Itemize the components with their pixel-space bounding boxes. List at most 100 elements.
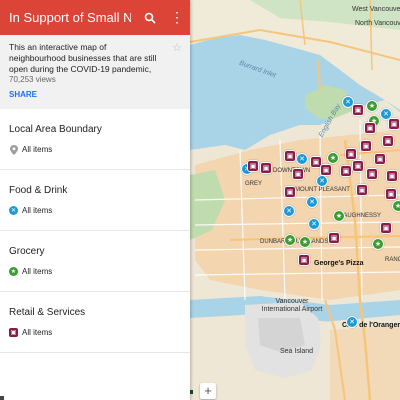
bag-icon: ▣ [330, 233, 338, 242]
grocery-marker[interactable]: ★ [299, 236, 311, 248]
retail-marker[interactable]: ▣ [247, 160, 259, 172]
layer-item-label: All items [22, 328, 53, 337]
layer-local-area-boundary: Local Area Boundary All items [0, 109, 190, 170]
label-range: RANGE [385, 257, 400, 263]
retail-marker[interactable]: ▣ [340, 165, 352, 177]
star-icon[interactable]: ☆ [172, 41, 182, 54]
layer-item-label: All items [22, 145, 53, 154]
more-vert-icon: ⋮ [170, 9, 184, 25]
food-marker[interactable]: ✕ [316, 175, 328, 187]
grocery-marker[interactable]: ★ [366, 100, 378, 112]
grocery-marker[interactable]: ★ [333, 210, 345, 222]
bag-icon: ▣ [342, 166, 350, 175]
layer-item-label: All items [22, 206, 53, 215]
grocery-marker[interactable]: ★ [327, 152, 339, 164]
map-title[interactable]: In Support of Small Nei [9, 10, 131, 25]
bag-icon: ▣ [368, 169, 376, 178]
retail-marker[interactable]: ▣ [388, 118, 400, 130]
layer-food-drink: Food & Drink ✕ All items [0, 170, 190, 231]
star-icon: ★ [329, 153, 337, 162]
retail-marker[interactable]: ▣ [260, 162, 272, 174]
bag-icon: ▣ [286, 187, 294, 196]
food-marker[interactable]: ✕ [308, 218, 320, 230]
zoom-in-button[interactable]: + [200, 383, 216, 399]
layer-all-items[interactable]: ▣ All items [9, 328, 181, 337]
food-marker[interactable]: ✕ [306, 196, 318, 208]
layer-retail-services: Retail & Services ▣ All items [0, 292, 190, 353]
retail-marker[interactable]: ▣ [292, 168, 304, 180]
label-airport: Vancouver International Airport [261, 298, 323, 313]
food-marker[interactable]: ✕ [346, 316, 358, 328]
retail-marker[interactable]: ▣ [356, 184, 368, 196]
grocery-marker[interactable]: ★ [392, 200, 400, 212]
bag-icon: ▣ [388, 171, 396, 180]
search-button[interactable] [139, 7, 161, 29]
layer-all-items[interactable]: ✕ All items [9, 206, 181, 215]
utensils-icon: ✕ [309, 197, 315, 206]
label-mount-pleasant: MOUNT PLEASANT [295, 187, 350, 193]
retail-marker[interactable]: ▣ [284, 186, 296, 198]
bag-icon: ▣ [262, 163, 270, 172]
map-description: This an interactive map of neighbourhood… [9, 42, 157, 74]
share-button[interactable]: SHARE [9, 90, 181, 99]
food-marker[interactable]: ✕ [296, 153, 308, 165]
more-options-button[interactable]: ⋮ [166, 7, 188, 29]
grocery-marker[interactable]: ★ [372, 238, 384, 250]
label-grey: GREY [245, 181, 263, 187]
layer-all-items[interactable]: All items [9, 144, 181, 155]
retail-marker[interactable]: ▣ [385, 188, 397, 200]
bag-icon: ▣ [384, 136, 392, 145]
retail-marker[interactable]: ▣ [284, 150, 296, 162]
sidebar-corner-mark [0, 396, 4, 400]
retail-marker[interactable]: ▣ [364, 122, 376, 134]
utensils-icon: ✕ [311, 219, 317, 228]
layer-title: Retail & Services [9, 307, 86, 318]
layer-item-label: All items [22, 267, 53, 276]
layer-grocery: Grocery ★ All items [0, 231, 190, 292]
bag-icon: ▣ [249, 161, 257, 170]
bag-icon: ▣ [286, 151, 294, 160]
retail-marker[interactable]: ▣ [328, 232, 340, 244]
bag-icon: ▣ [354, 161, 362, 170]
layer-title: Grocery [9, 246, 45, 257]
star-icon: ★ [9, 267, 18, 276]
layer-all-items[interactable]: ★ All items [9, 267, 181, 276]
retail-marker[interactable]: ▣ [352, 104, 364, 116]
retail-marker[interactable]: ▣ [298, 254, 310, 266]
bag-icon: ▣ [300, 255, 308, 264]
view-count: 70,253 views [9, 75, 56, 84]
utensils-icon: ✕ [299, 154, 305, 163]
panel-header: In Support of Small Nei ⋮ [0, 0, 190, 35]
retail-marker[interactable]: ▣ [320, 164, 332, 176]
legend-panel: In Support of Small Nei ⋮ This an intera… [0, 0, 190, 400]
retail-marker[interactable]: ▣ [352, 160, 364, 172]
label-sea-island: Sea Island [280, 348, 314, 355]
bag-icon: ▣ [9, 328, 18, 337]
layer-title: Food & Drink [9, 185, 68, 196]
retail-marker[interactable]: ▣ [345, 148, 357, 160]
bag-icon: ▣ [294, 169, 302, 178]
pin-icon [9, 144, 18, 155]
grocery-marker[interactable]: ★ [284, 234, 296, 246]
utensils-icon: ✕ [319, 176, 325, 185]
bag-icon: ▣ [366, 123, 374, 132]
search-icon [144, 12, 156, 24]
retail-marker[interactable]: ▣ [386, 170, 398, 182]
retail-marker[interactable]: ▣ [374, 153, 386, 165]
map-description-box: This an interactive map of neighbourhood… [0, 35, 190, 109]
food-marker[interactable]: ✕ [283, 205, 295, 217]
bag-icon: ▣ [390, 119, 398, 128]
retail-marker[interactable]: ▣ [382, 135, 394, 147]
bag-icon: ▣ [322, 165, 330, 174]
bag-icon: ▣ [347, 149, 355, 158]
bag-icon: ▣ [387, 189, 395, 198]
star-icon: ★ [335, 211, 343, 220]
star-icon: ★ [394, 201, 400, 210]
star-icon: ★ [368, 101, 376, 110]
retail-marker[interactable]: ▣ [366, 168, 378, 180]
bag-icon: ▣ [358, 185, 366, 194]
bag-icon: ▣ [354, 105, 362, 114]
retail-marker[interactable]: ▣ [380, 222, 392, 234]
label-georges-pizza: George's Pizza [314, 260, 364, 267]
retail-marker[interactable]: ▣ [360, 140, 372, 152]
